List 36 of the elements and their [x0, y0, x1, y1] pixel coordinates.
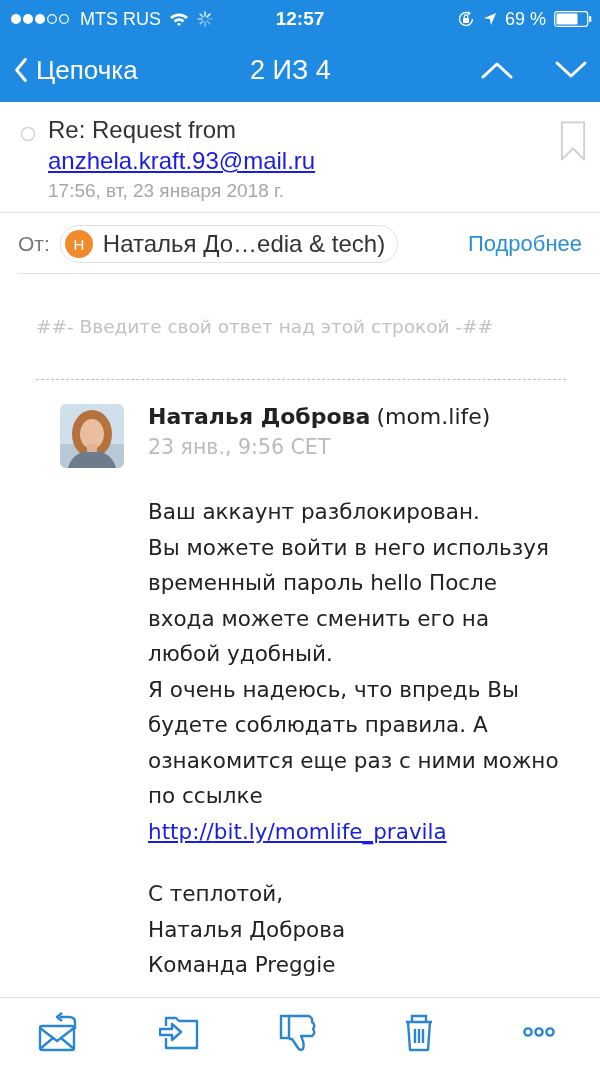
signature-line: С теплотой,	[148, 880, 285, 908]
signature-line: Команда Preggie	[148, 951, 337, 979]
author-organization: (mom.life)	[376, 404, 491, 429]
reply-marker-text: ##- Введите свой ответ над этой строкой -##	[35, 315, 495, 337]
wifi-icon	[169, 11, 189, 27]
rotation-lock-icon	[456, 10, 475, 28]
message-subject: Re: Request from anzhela.kraft.93@mail.ru	[48, 115, 317, 176]
post-date: 23 янв., 9:56 CET	[148, 435, 332, 459]
sender-name: Наталья До…edia & tech)	[102, 230, 386, 258]
previous-button[interactable]	[480, 60, 514, 80]
battery-icon	[554, 11, 592, 27]
reply-envelope-icon[interactable]	[38, 1012, 78, 1052]
unread-circle-icon	[20, 126, 36, 142]
back-button[interactable]: Цепочка	[12, 54, 140, 86]
sender-initial-avatar: Н	[64, 230, 93, 258]
carrier-name: MTS RUS	[80, 8, 161, 30]
chevron-down-icon	[554, 60, 588, 80]
back-chevron-icon	[14, 57, 28, 83]
signal-icon	[10, 13, 72, 25]
loading-spinner-icon	[197, 11, 213, 27]
chevron-up-icon	[480, 60, 514, 80]
message-date: 17:56, вт, 23 января 2018 г.	[48, 180, 285, 202]
author-name: Наталья Доброва	[148, 404, 371, 429]
message-position: 2 ИЗ 4	[250, 54, 331, 86]
clock-time: 12:57	[274, 8, 326, 30]
rules-link[interactable]: http://bit.ly/momlife_pravila	[148, 813, 447, 849]
location-arrow-icon	[482, 12, 497, 26]
body-paragraph: Ваш аккаунт разблокирован.	[148, 498, 481, 526]
details-link[interactable]: Подробнее	[467, 231, 582, 257]
from-label: От:	[18, 232, 50, 256]
signature-line: Наталья Доброва	[148, 915, 347, 944]
battery-percent: 69 %	[504, 8, 546, 30]
body-paragraph: Вы можете войти в него используя временный пароль hello После входа можете сменить его на любой удобный.	[148, 533, 550, 668]
email-link[interactable]: anzhela.kraft.93@mail.ru	[48, 147, 316, 174]
next-button[interactable]	[554, 60, 588, 80]
body-paragraph: Я очень надеюсь, что впредь Вы будете соблюдать правила. А ознакомится еще раз с ними можно по ссылке	[148, 675, 560, 810]
